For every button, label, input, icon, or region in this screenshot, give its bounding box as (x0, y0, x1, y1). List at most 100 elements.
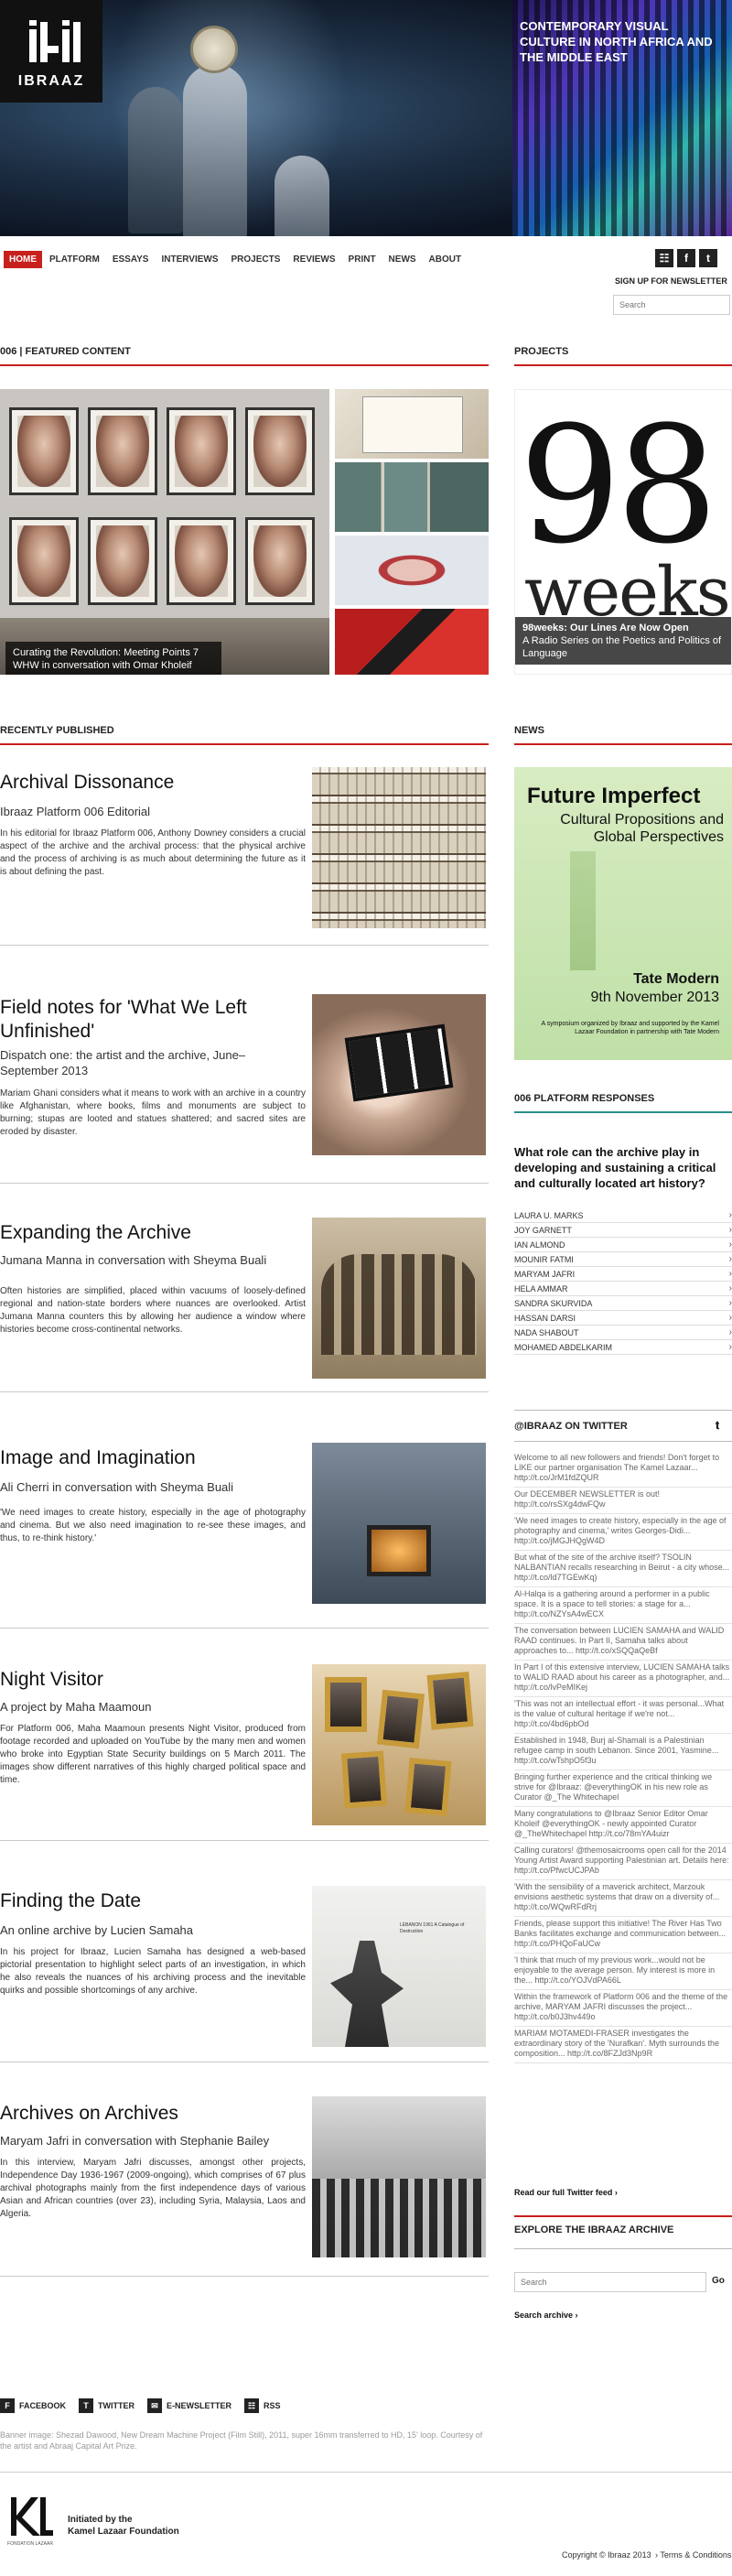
project-caption-sub: A Radio Series on the Poetics and Politi… (522, 635, 722, 659)
featured-thumb[interactable] (335, 536, 489, 605)
foundation-logo: Fondation Lazaar (5, 2494, 55, 2550)
tweet-item[interactable]: 'We need images to create history, espec… (514, 1514, 732, 1551)
footer-newsletter-link[interactable]: ✉ E-Newsletter (147, 2398, 231, 2413)
site-logo[interactable]: IBRAAZ (0, 0, 102, 103)
chevron-right-icon: › (728, 1269, 732, 1279)
project-98weeks[interactable]: 98 weeks 98weeks: Our Lines Are Now Open… (514, 389, 732, 675)
article-title[interactable]: Expanding the Archive (0, 1221, 302, 1245)
tweet-item[interactable]: In Part I of this extensive interview, L… (514, 1661, 732, 1697)
response-item[interactable]: Mounir Fatmi › (514, 1252, 732, 1267)
featured-thumb[interactable] (335, 389, 489, 459)
response-item[interactable]: Hela Ammar › (514, 1282, 732, 1296)
nav-home[interactable]: Home (4, 250, 42, 268)
tweet-item[interactable]: 'I think that much of my previous work..… (514, 1954, 732, 1990)
news-poster[interactable]: Future Imperfect Cultural Propositions a… (514, 767, 732, 1060)
article-summary: In his project for Ibraaz, Lucien Samaha… (0, 1947, 306, 1996)
nav-news[interactable]: News (383, 251, 422, 268)
response-item[interactable]: Laura U. Marks › (514, 1208, 732, 1223)
tweet-item[interactable]: 'With the sensibility of a maverick arch… (514, 1880, 732, 1917)
article-image[interactable] (312, 1443, 486, 1604)
response-item[interactable]: Ian Almond › (514, 1238, 732, 1252)
article-subtitle: Ibraaz Platform 006 Editorial (0, 805, 151, 818)
tweet-item[interactable]: Calling curators! @themosaicrooms open c… (514, 1844, 732, 1880)
featured-thumb[interactable] (335, 609, 489, 675)
article-image[interactable] (312, 2096, 486, 2257)
tweet-item[interactable]: MARIAM MOTAMEDI-FRASER investigates the … (514, 2027, 732, 2063)
article-title[interactable]: Night Visitor (0, 1668, 302, 1692)
nav-reviews[interactable]: Reviews (287, 251, 340, 268)
article-image[interactable] (312, 767, 486, 928)
article-image[interactable]: LEBANON 1961 A Catalogue of Destruction (312, 1886, 486, 2047)
header-search-input[interactable] (613, 295, 730, 315)
artwork-frame (88, 517, 157, 605)
featured-caption[interactable]: Curating the Revolution: Meeting Points … (5, 642, 221, 675)
twitter-divider-top (514, 1410, 732, 1411)
article-separator (0, 1840, 489, 1841)
response-item[interactable]: Hassan Darsi › (514, 1311, 732, 1326)
rss-icon[interactable]: ☷ (655, 249, 673, 267)
article-title[interactable]: Finding the Date (0, 1889, 302, 1913)
article-subtitle: Ali Cherri in conversation with Sheyma B… (0, 1480, 234, 1494)
copyright: Copyright © Ibraaz 2013 (562, 2550, 651, 2560)
article-image[interactable] (312, 1218, 486, 1379)
chevron-right-icon: › (728, 1327, 732, 1337)
tweet-item[interactable]: Established in 1948, Burj al-Shamali is … (514, 1734, 732, 1770)
projects-divider (514, 364, 732, 366)
article-subtitle: An online archive by Lucien Samaha (0, 1923, 194, 1937)
tweet-item[interactable]: Welcome to all new followers and friends… (514, 1451, 732, 1488)
article-separator (0, 2276, 489, 2277)
twitter-icon[interactable]: t (699, 249, 717, 267)
tweet-item[interactable]: Al-Halqa is a gathering around a perform… (514, 1587, 732, 1624)
featured-thumb[interactable] (335, 462, 489, 532)
article-separator (0, 1628, 489, 1629)
project-caption[interactable]: 98weeks: Our Lines Are Now Open A Radio … (515, 617, 731, 665)
article-title[interactable]: Image and Imagination (0, 1446, 302, 1470)
response-item[interactable]: Maryam Jafri › (514, 1267, 732, 1282)
response-item[interactable]: Sandra Skurvida › (514, 1296, 732, 1311)
tweet-item[interactable]: Many congratulations to @Ibraaz Senior E… (514, 1807, 732, 1844)
response-item[interactable]: Joy Garnett › (514, 1223, 732, 1238)
newsletter-signup-link[interactable]: Sign up for newsletter (615, 276, 727, 286)
tweet-item[interactable]: Within the framework of Platform 006 and… (514, 1990, 732, 2027)
nav-projects[interactable]: Projects (226, 251, 286, 268)
footer-rss-link[interactable]: ☷ RSS (244, 2398, 281, 2413)
nav-essays[interactable]: Essays (107, 251, 155, 268)
tweet-item[interactable]: Our DECEMBER NEWSLETTER is out! http://t… (514, 1488, 732, 1514)
poster-subtitle: Cultural Propositions and Global Perspec… (560, 812, 724, 845)
footer-facebook-link[interactable]: f Facebook (0, 2398, 66, 2413)
tweet-item[interactable]: 'This was not an intellectual effort - i… (514, 1697, 732, 1734)
tweet-item[interactable]: The conversation between LUCIEN SAMAHA a… (514, 1624, 732, 1661)
nav-platform[interactable]: Platform (44, 251, 105, 268)
explore-divider (514, 2248, 732, 2249)
article-subtitle: Dispatch one: the artist and the archive… (0, 1048, 246, 1077)
article-title[interactable]: Archival Dissonance (0, 771, 302, 795)
response-item[interactable]: Nada Shabout › (514, 1326, 732, 1340)
archive-search-input[interactable] (514, 2272, 706, 2292)
footer-twitter-link[interactable]: t Twitter (79, 2398, 135, 2413)
main-nav: Home Platform Essays Interviews Projects… (0, 249, 468, 269)
archive-search-go-button[interactable]: Go (712, 2276, 725, 2286)
footer-social: f Facebook t Twitter ✉ E-Newsletter ☷ RSS (0, 2398, 281, 2413)
article-image[interactable] (312, 994, 486, 1155)
search-archive-link[interactable]: Search archive › (514, 2311, 578, 2320)
article-title[interactable]: Field notes for 'What We Left Unfinished… (0, 996, 302, 1044)
nav-about[interactable]: About (424, 251, 468, 268)
article-image[interactable] (312, 1664, 486, 1825)
responses-divider (514, 1111, 732, 1113)
facebook-icon[interactable]: f (677, 249, 695, 267)
artwork-frame (167, 517, 236, 605)
featured-heading: 006 | Featured Content (0, 346, 131, 357)
nav-interviews[interactable]: Interviews (156, 251, 223, 268)
response-item[interactable]: Mohamed Abdelkarim › (514, 1340, 732, 1355)
article-title[interactable]: Archives on Archives (0, 2102, 302, 2126)
twitter-feed-link[interactable]: Read our full Twitter feed › (514, 2188, 618, 2197)
tweet-item[interactable]: Friends, please support this initiative!… (514, 1917, 732, 1954)
featured-main-image[interactable]: Curating the Revolution: Meeting Points … (0, 389, 329, 675)
tweet-item[interactable]: But what of the site of the archive itse… (514, 1551, 732, 1587)
tweet-item[interactable]: Bringing further experience and the crit… (514, 1770, 732, 1807)
article-separator (0, 1183, 489, 1184)
article-separator (0, 945, 489, 946)
terms-link[interactable]: › Terms & Conditions (655, 2550, 731, 2560)
nav-print[interactable]: Print (343, 251, 382, 268)
artwork-frame (9, 517, 79, 605)
